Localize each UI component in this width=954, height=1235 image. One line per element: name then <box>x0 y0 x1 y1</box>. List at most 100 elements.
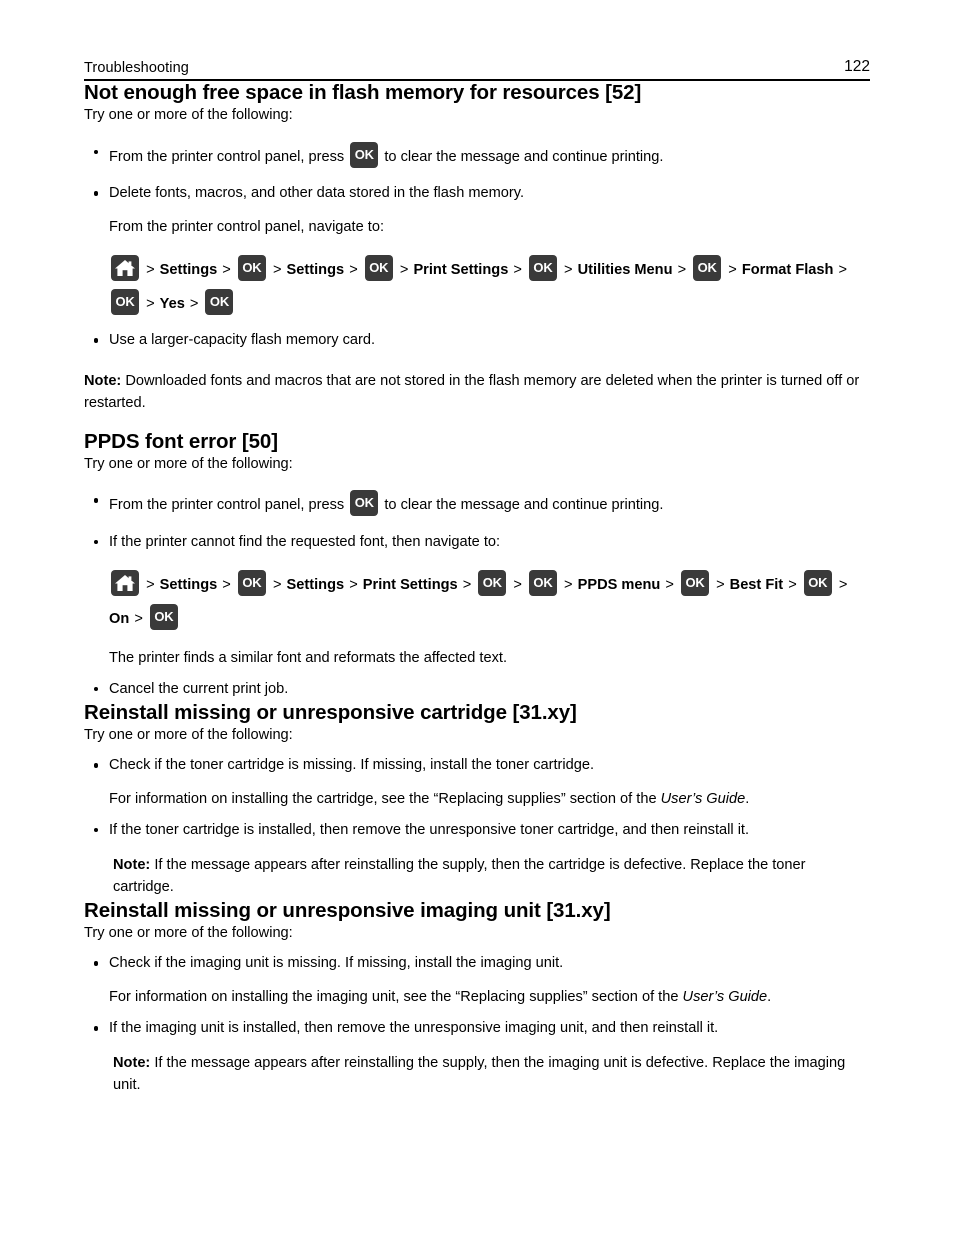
bullet-list-ppds: From the printer control panel, press OK… <box>84 490 870 701</box>
ok-button-icon[interactable]: OK <box>149 603 178 630</box>
ok-button-icon[interactable]: OK <box>237 255 266 282</box>
list-item: If the printer cannot find the requested… <box>84 532 870 670</box>
path-segment-best-fit[interactable]: Best Fit <box>730 577 784 593</box>
bullet-text: If the toner cartridge is installed, the… <box>109 822 750 839</box>
ok-button-icon[interactable]: OK <box>350 141 379 168</box>
section-intro: Try one or more of the following: <box>84 924 293 941</box>
ok-button-label: OK <box>482 574 502 590</box>
ok-button-icon[interactable]: OK <box>350 490 379 517</box>
path-segment-settings-2[interactable]: Settings <box>287 262 345 278</box>
note-label: Note: <box>84 373 122 390</box>
reference-text-pre: For information on installing the imagin… <box>109 989 683 1006</box>
section-intro: Try one or more of the following: <box>84 455 293 472</box>
list-item: Check if the imaging unit is missing. If… <box>84 953 870 1009</box>
ok-button-label: OK <box>242 574 262 590</box>
bullet-list-flash-memory: From the printer control panel, press OK… <box>84 141 870 353</box>
note-flash-memory: Note: Downloaded fonts and macros that a… <box>84 371 870 415</box>
ok-button-label: OK <box>115 294 135 310</box>
bullet-text: If the imaging unit is installed, then r… <box>109 1020 719 1037</box>
ok-button-label: OK <box>354 146 374 162</box>
path-separator: > <box>838 576 848 593</box>
section-heading-cartridge: Reinstall missing or unresponsive cartri… <box>84 700 577 724</box>
list-item: If the toner cartridge is installed, the… <box>84 820 870 899</box>
navigation-path-flash-format: > Settings > OK > Settings > OK > Print … <box>109 253 870 321</box>
path-separator: > <box>222 262 231 279</box>
reference-text-post: . <box>767 989 772 1006</box>
path-separator: > <box>564 262 573 279</box>
section-heading-ppds-font-error: PPDS font error [50] <box>84 429 278 453</box>
path-segment-settings[interactable]: Settings <box>160 262 218 278</box>
path-separator: > <box>838 262 848 279</box>
path-separator: > <box>146 296 155 313</box>
ok-button-icon[interactable]: OK <box>681 569 709 596</box>
ok-button-icon[interactable]: OK <box>528 569 557 596</box>
ok-button-label: OK <box>369 260 389 276</box>
ok-button-icon[interactable]: OK <box>803 569 832 596</box>
section-intro: Try one or more of the following: <box>84 726 293 743</box>
path-separator: > <box>788 576 797 593</box>
path-separator: > <box>716 576 725 593</box>
ok-button-icon[interactable]: OK <box>364 255 393 282</box>
home-icon-glyph <box>115 260 135 277</box>
path-separator: > <box>272 262 282 279</box>
path-segment-print-settings[interactable]: Print Settings <box>363 577 458 593</box>
ok-button-icon[interactable]: OK <box>693 255 722 282</box>
ok-button-label: OK <box>209 294 230 310</box>
path-separator: > <box>146 576 155 593</box>
users-guide-title: User’s Guide <box>682 989 768 1006</box>
note-text: If the message appears after reinstallin… <box>113 856 806 895</box>
path-segment-print-settings[interactable]: Print Settings <box>413 262 508 278</box>
list-item: Use a larger-capacity flash memory card. <box>84 330 870 352</box>
path-separator: > <box>513 262 522 279</box>
home-icon[interactable] <box>111 255 139 282</box>
path-separator: > <box>564 576 573 593</box>
bullet-text: If the printer cannot find the requested… <box>109 534 501 551</box>
page-number: 122 <box>844 58 870 75</box>
list-item: Check if the toner cartridge is missing.… <box>84 755 870 811</box>
path-segment-settings[interactable]: Settings <box>160 577 218 593</box>
bullet-text-tail: to clear the message and continue printi… <box>384 497 664 514</box>
users-guide-title: User’s Guide <box>660 791 746 808</box>
path-separator: > <box>146 262 155 279</box>
path-segment-format-flash[interactable]: Format Flash <box>742 262 834 278</box>
imaging-unit-reference-line: For information on installing the imagin… <box>109 987 870 1009</box>
path-segment-ppds-menu[interactable]: PPDS menu <box>578 577 661 593</box>
bullet-text-lead: From the printer control panel, press <box>109 497 345 514</box>
path-separator: > <box>349 262 358 279</box>
path-segment-yes[interactable]: Yes <box>160 296 185 312</box>
bullet-text: Use a larger-capacity flash memory card. <box>109 332 376 349</box>
bullet-text: Cancel the current print job. <box>109 680 289 697</box>
list-item: Cancel the current print job. <box>84 679 870 701</box>
header-chapter-title: Troubleshooting <box>84 60 189 76</box>
note-label: Note: <box>113 1055 151 1071</box>
note-imaging-unit: Note: If the message appears after reins… <box>109 1053 870 1097</box>
note-label: Note: <box>113 856 151 873</box>
path-separator: > <box>349 576 358 593</box>
bullet-list-imaging-unit: Check if the imaging unit is missing. If… <box>84 953 870 1096</box>
path-separator: > <box>272 576 282 593</box>
ok-button-icon[interactable]: OK <box>237 569 266 596</box>
ok-button-icon[interactable]: OK <box>111 289 139 316</box>
home-icon[interactable] <box>111 569 139 596</box>
path-separator: > <box>222 576 231 593</box>
bullet-text-lead: From the printer control panel, press <box>109 148 345 165</box>
after-path-text: The printer finds a similar font and ref… <box>109 649 508 666</box>
path-segment-settings-2[interactable]: Settings <box>287 577 345 593</box>
ok-button-icon[interactable]: OK <box>478 569 507 596</box>
section-intro: Try one or more of the following: <box>84 107 293 123</box>
document-page: Troubleshooting 122 Not enough free spac… <box>0 0 954 1235</box>
path-segment-on[interactable]: On <box>109 611 129 627</box>
page-header: Troubleshooting 122 <box>84 0 870 81</box>
path-segment-utilities-menu[interactable]: Utilities Menu <box>578 262 673 278</box>
note-cartridge: Note: If the message appears after reins… <box>109 855 870 899</box>
path-separator: > <box>728 262 737 279</box>
ok-button-icon[interactable]: OK <box>528 255 557 282</box>
reference-text-post: . <box>745 791 750 808</box>
section-heading-imaging-unit: Reinstall missing or unresponsive imagin… <box>84 898 611 922</box>
navigate-intro: From the printer control panel, navigate… <box>109 219 384 236</box>
bullet-text: Check if the imaging unit is missing. If… <box>109 955 564 972</box>
ok-button-icon[interactable]: OK <box>205 289 234 316</box>
reference-text-pre: For information on installing the cartri… <box>109 791 661 808</box>
bullet-text-tail: to clear the message and continue printi… <box>384 148 664 165</box>
list-item: Delete fonts, macros, and other data sto… <box>84 183 870 321</box>
